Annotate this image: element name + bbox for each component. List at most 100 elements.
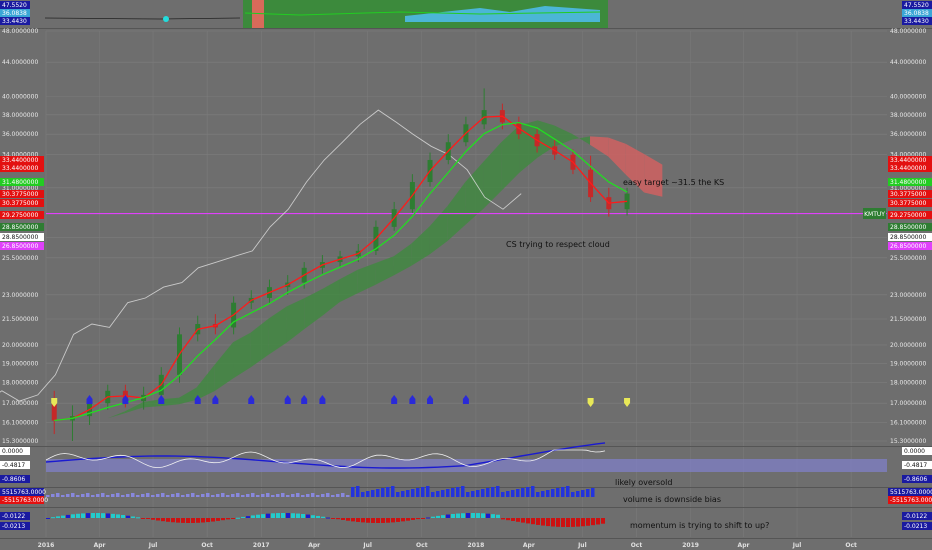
price-badge-right: 31.4800000	[888, 178, 932, 186]
volume-bar	[451, 488, 455, 497]
momentum-bar	[136, 517, 140, 519]
candle[interactable]	[481, 88, 487, 130]
price-chart[interactable]: 47.552036.083833.4430 47.552036.083833.4…	[0, 0, 932, 550]
volume-bar	[231, 494, 235, 497]
sell-arrow-icon	[587, 398, 594, 407]
volume-bar	[136, 495, 140, 497]
momentum-bar	[286, 513, 290, 518]
momentum-bar	[46, 518, 50, 519]
momentum-bar	[246, 516, 250, 518]
candle[interactable]	[588, 155, 594, 202]
annotation-volume: volume is downside bias	[623, 495, 721, 504]
volume-bar	[96, 494, 100, 497]
momentum-bar	[321, 516, 325, 518]
price-label-left: 44.0000000	[2, 59, 38, 66]
oscillator-badge-right: -0.8606	[902, 475, 932, 483]
momentum-bar	[236, 517, 240, 519]
annotation-oversold: likely oversold	[615, 478, 672, 487]
volume-bar	[531, 486, 535, 497]
momentum-bar	[406, 518, 410, 521]
momentum-bar	[546, 518, 550, 527]
momentum-bar	[561, 518, 565, 527]
annotation-momentum: momentum is trying to shift to up?	[630, 521, 769, 530]
price-badge-right: 28.8500000	[888, 233, 932, 241]
cloud-segment	[501, 125, 520, 191]
oscillator-badge-right: 0.0000	[902, 447, 932, 455]
volume-bar	[521, 488, 525, 497]
momentum-bar	[66, 514, 70, 518]
volume-bar	[516, 489, 520, 497]
volume-badge-right: -5515763.0000	[888, 496, 932, 504]
price-badge-right: 30.3775000	[888, 199, 932, 207]
cloud-segment	[233, 332, 251, 379]
momentum-bar	[216, 518, 220, 521]
momentum-bar	[481, 513, 485, 518]
time-axis: 2016 Apr Jul Oct 2017 Apr Jul Oct 2018 Apr Jul Oct 2…	[0, 538, 932, 549]
price-label-left: 17.0000000	[2, 400, 38, 407]
momentum-bar	[571, 518, 575, 527]
price-label-left: 21.5000000	[2, 316, 38, 323]
price-badge-right: 33.4400000	[888, 156, 932, 164]
cloud-segment	[393, 243, 412, 276]
momentum-bar	[376, 518, 380, 523]
momentum-bar	[411, 518, 415, 520]
volume-bar	[261, 494, 265, 497]
volume-bar	[91, 495, 95, 497]
volume-bar	[196, 495, 200, 497]
momentum-badge-left-text: -0.0122	[2, 513, 25, 520]
momentum-bar	[186, 518, 190, 523]
time-label: Oct	[201, 542, 213, 549]
momentum-bar	[531, 518, 535, 525]
volume-bar	[176, 493, 180, 497]
momentum-bar	[416, 518, 420, 520]
price-badge-left-text: 30.3775000	[2, 200, 38, 207]
momentum-bar	[511, 518, 515, 521]
momentum-bar	[266, 513, 270, 518]
momentum-bar	[226, 518, 230, 520]
price-badge-right: 33.4400000	[888, 164, 932, 172]
volume-bar	[426, 486, 430, 497]
momentum-bar	[346, 518, 350, 521]
momentum-bar	[536, 518, 540, 525]
momentum-bar	[306, 514, 310, 518]
candle[interactable]	[51, 390, 57, 435]
price-label-right: 40.0000000	[890, 93, 926, 100]
momentum-bar	[131, 516, 135, 518]
time-label: Oct	[631, 542, 643, 549]
volume-bar	[456, 487, 460, 497]
momentum-badge-right: -0.0213	[902, 522, 932, 530]
price-badge-left: 30.3775000	[0, 190, 44, 198]
time-label: 2017	[253, 542, 270, 549]
overview-badge-right-text: 36.0838	[904, 10, 929, 17]
volume-bar	[461, 486, 465, 497]
buy-arrow-icon	[462, 395, 469, 404]
momentum-bar	[256, 514, 260, 518]
volume-bar	[591, 488, 595, 497]
symbol-tag[interactable]: KMTUY	[863, 208, 886, 219]
tenkan-line	[54, 115, 628, 422]
overview-strip	[0, 0, 932, 29]
volume-bar	[101, 493, 105, 497]
volume-bar	[336, 494, 340, 497]
momentum-bar	[436, 515, 440, 518]
momentum-badge-right-text: -0.0213	[904, 523, 927, 530]
volume-bar	[81, 494, 85, 497]
candle[interactable]	[69, 405, 75, 441]
momentum-bar	[311, 515, 315, 518]
price-label-right: 38.0000000	[890, 112, 926, 119]
cloud-segment	[178, 387, 197, 405]
volume-bar	[216, 494, 220, 497]
cloud-segment	[286, 297, 305, 343]
momentum-bar	[261, 514, 265, 518]
volume-bar	[246, 494, 250, 497]
volume-bar	[496, 486, 500, 497]
price-badge-left-text: 33.4400000	[2, 165, 38, 172]
cloud-segment	[519, 120, 538, 173]
volume-bar	[126, 494, 130, 497]
price-badge-left-text: 28.8500000	[2, 234, 38, 241]
momentum-bar	[91, 513, 95, 518]
volume-bar	[431, 492, 435, 497]
momentum-bar	[501, 518, 505, 520]
overview-marker	[163, 16, 169, 22]
cloud-segment	[608, 137, 626, 175]
